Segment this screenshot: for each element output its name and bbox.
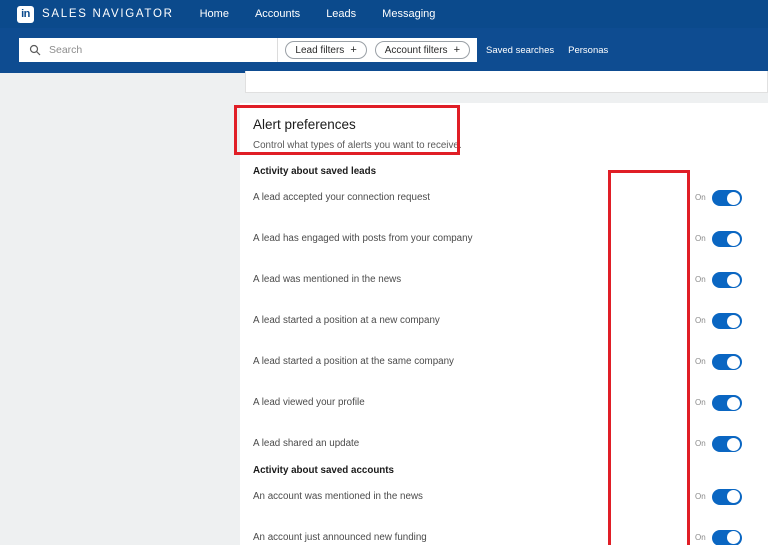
top-navigation-bar: in SALES NAVIGATOR Home Accounts Leads M… [0, 0, 768, 28]
alert-toggle-switch[interactable] [712, 530, 742, 545]
preference-row: A lead was mentioned in the news On [240, 260, 768, 301]
alert-toggle-switch[interactable] [712, 489, 742, 505]
toggle-knob-icon [727, 274, 740, 287]
toggle-cell: On [686, 313, 768, 329]
linkedin-logo-icon[interactable]: in [17, 6, 34, 23]
preference-label: An account was mentioned in the news [253, 491, 686, 503]
section-label: Activity about saved accounts [240, 465, 768, 477]
lead-filters-button[interactable]: Lead filters + [285, 41, 366, 59]
toggle-cell: On [686, 354, 768, 370]
nav-links: Home Accounts Leads Messaging [200, 8, 462, 20]
toggle-state-label: On [695, 358, 706, 366]
preference-label: A lead started a position at the same co… [253, 356, 686, 368]
search-right-links: Saved searches Personas [486, 45, 608, 56]
filter-pill-group: Lead filters + Account filters + [278, 41, 477, 59]
nav-link-home[interactable]: Home [200, 8, 229, 20]
linkedin-logo-glyph: in [21, 9, 30, 20]
plus-icon: + [350, 45, 356, 56]
preference-row: An account just announced new funding On [240, 517, 768, 545]
alert-toggle-switch[interactable] [712, 354, 742, 370]
card-header: Alert preferences Control what types of … [240, 103, 768, 152]
page-title: Alert preferences [253, 117, 768, 133]
preference-row: A lead accepted your connection request O… [240, 178, 768, 219]
preference-label: An account just announced new funding [253, 532, 686, 544]
toggle-state-label: On [695, 276, 706, 284]
preference-label: A lead viewed your profile [253, 397, 686, 409]
section-label: Activity about saved leads [240, 166, 768, 178]
account-filters-label: Account filters [385, 45, 448, 56]
lead-filters-label: Lead filters [295, 45, 344, 56]
toggle-knob-icon [727, 356, 740, 369]
preference-row: A lead shared an update On [240, 424, 768, 465]
preference-row: A lead has engaged with posts from your … [240, 219, 768, 260]
search-icon [29, 44, 41, 56]
toggle-state-label: On [695, 399, 706, 407]
preferences-list: Activity about saved leadsA lead accepte… [240, 166, 768, 545]
alert-toggle-switch[interactable] [712, 190, 742, 206]
preference-label: A lead has engaged with posts from your … [253, 233, 686, 245]
search-container: Lead filters + Account filters + [19, 38, 477, 62]
alert-toggle-switch[interactable] [712, 313, 742, 329]
toggle-knob-icon [727, 233, 740, 246]
nav-link-messaging[interactable]: Messaging [382, 8, 435, 20]
top-strip-card [245, 71, 768, 93]
nav-link-accounts[interactable]: Accounts [255, 8, 300, 20]
toggle-knob-icon [727, 438, 740, 451]
toggle-knob-icon [727, 315, 740, 328]
alert-toggle-switch[interactable] [712, 436, 742, 452]
toggle-state-label: On [695, 194, 706, 202]
account-filters-button[interactable]: Account filters + [375, 41, 470, 59]
page-subtitle: Control what types of alerts you want to… [253, 140, 768, 152]
search-input[interactable] [41, 38, 277, 62]
toggle-cell: On [686, 190, 768, 206]
toggle-cell: On [686, 231, 768, 247]
preference-label: A lead started a position at a new compa… [253, 315, 686, 327]
toggle-state-label: On [695, 440, 706, 448]
toggle-state-label: On [695, 235, 706, 243]
toggle-state-label: On [695, 534, 706, 542]
nav-link-leads[interactable]: Leads [326, 8, 356, 20]
brand-title: SALES NAVIGATOR [42, 8, 174, 20]
preference-label: A lead shared an update [253, 438, 686, 450]
preference-label: A lead accepted your connection request [253, 192, 686, 204]
toggle-cell: On [686, 489, 768, 505]
search-box[interactable] [19, 38, 278, 62]
toggle-cell: On [686, 272, 768, 288]
app-root: in SALES NAVIGATOR Home Accounts Leads M… [0, 0, 768, 545]
toggle-state-label: On [695, 493, 706, 501]
toggle-cell: On [686, 436, 768, 452]
plus-icon: + [454, 45, 460, 56]
preference-row: A lead started a position at the same co… [240, 342, 768, 383]
alert-preferences-card: Alert preferences Control what types of … [240, 103, 768, 545]
preference-row: An account was mentioned in the news On [240, 476, 768, 517]
toggle-state-label: On [695, 317, 706, 325]
toggle-knob-icon [727, 490, 740, 503]
preference-row: A lead started a position at a new compa… [240, 301, 768, 342]
toggle-knob-icon [727, 531, 740, 544]
preference-label: A lead was mentioned in the news [253, 274, 686, 286]
toggle-cell: On [686, 395, 768, 411]
toggle-knob-icon [727, 192, 740, 205]
toggle-knob-icon [727, 397, 740, 410]
toggle-cell: On [686, 530, 768, 545]
saved-searches-link[interactable]: Saved searches [486, 45, 554, 56]
preference-row: A lead viewed your profile On [240, 383, 768, 424]
alert-toggle-switch[interactable] [712, 395, 742, 411]
alert-toggle-switch[interactable] [712, 231, 742, 247]
personas-link[interactable]: Personas [568, 45, 608, 56]
alert-toggle-switch[interactable] [712, 272, 742, 288]
